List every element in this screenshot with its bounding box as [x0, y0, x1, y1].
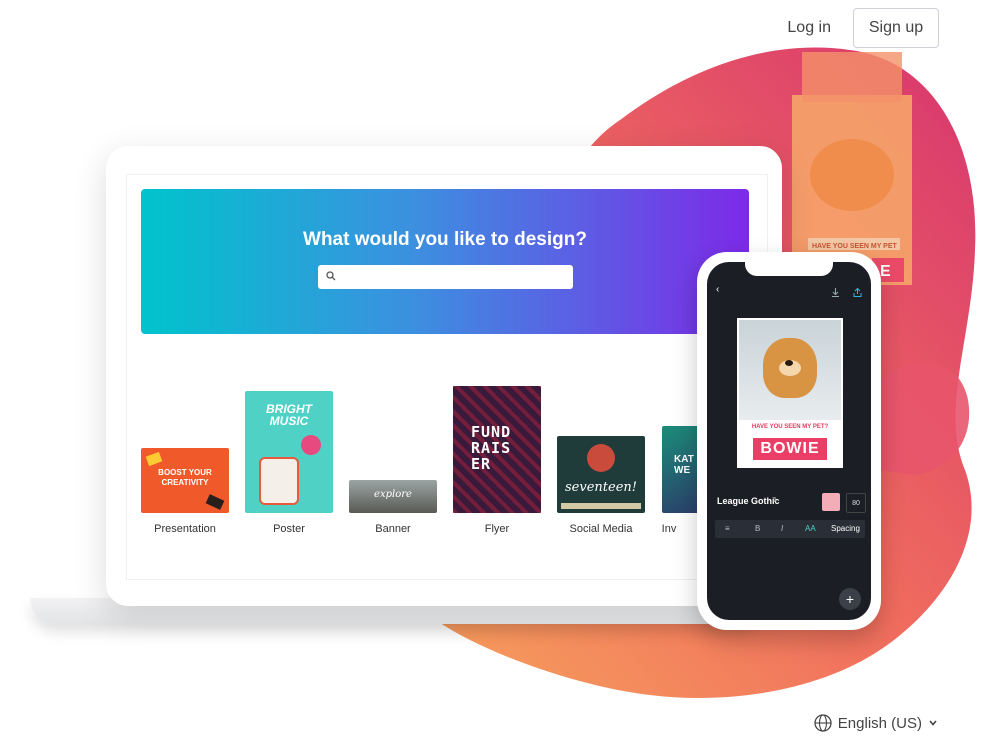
login-link[interactable]: Log in [787, 19, 831, 37]
pet-caption: HAVE YOU SEEN MY PET? [751, 424, 829, 430]
bold-button[interactable]: B [755, 524, 760, 533]
share-icon[interactable] [853, 288, 862, 297]
back-chevron-icon[interactable]: ‹ [716, 284, 719, 295]
design-search-input[interactable] [318, 265, 573, 289]
signup-button[interactable]: Sign up [853, 8, 939, 48]
font-size-field[interactable]: 80 [846, 493, 866, 513]
template-label-invitation: Inv [661, 523, 677, 535]
template-banner-text: explore [374, 489, 412, 500]
text-color-swatch[interactable] [822, 493, 840, 511]
letter-case-button[interactable]: AA [805, 524, 816, 533]
italic-button[interactable]: I [781, 524, 783, 533]
phone-mockup: ‹ HAVE YOU SEEN MY PET? BOWIE League Got… [697, 252, 881, 630]
template-poster-text: BRIGHT MUSIC [266, 402, 312, 428]
template-flyer[interactable]: FUND RAIS ER [453, 386, 541, 513]
template-social-media-text: seventeen! [565, 480, 637, 495]
phone-notch [745, 262, 833, 276]
template-invitation[interactable]: KAT WE [662, 426, 702, 513]
template-label-social-media: Social Media [569, 523, 633, 535]
dog-photo [739, 320, 841, 420]
hero-title: What would you like to design? [303, 229, 587, 250]
template-flyer-text: FUND RAIS ER [471, 423, 512, 473]
template-social-media[interactable]: seventeen! [557, 436, 645, 513]
template-presentation-text: BOOST YOUR CREATIVITY [158, 468, 212, 487]
template-banner[interactable]: explore [349, 480, 437, 513]
spacing-button[interactable]: Spacing [831, 524, 860, 533]
template-label-presentation: Presentation [154, 523, 216, 535]
template-presentation[interactable]: BOOST YOUR CREATIVITY [141, 448, 229, 513]
font-family-selector[interactable]: League Gothic [717, 496, 780, 506]
template-label-flyer: Flyer [484, 523, 510, 535]
download-icon[interactable] [831, 288, 840, 297]
bg-poster-letter: E [880, 263, 891, 280]
globe-icon [814, 714, 832, 732]
font-dropdown-icon[interactable]: ⇕ [772, 496, 778, 504]
chevron-down-icon [929, 720, 937, 726]
phone-screen: ‹ HAVE YOU SEEN MY PET? BOWIE League Got… [707, 262, 871, 620]
template-label-banner: Banner [375, 523, 411, 535]
pet-poster[interactable]: HAVE YOU SEEN MY PET? BOWIE [737, 318, 843, 468]
language-label: English (US) [837, 714, 922, 732]
design-hero-banner: What would you like to design? [141, 189, 749, 334]
top-navigation: Log in Sign up [787, 8, 939, 48]
align-icon[interactable]: ≡ [725, 524, 730, 533]
bg-poster-caption: HAVE YOU SEEN MY PET [812, 243, 898, 250]
search-icon [326, 271, 336, 281]
template-poster[interactable]: BRIGHT MUSIC [245, 391, 333, 513]
pet-name: BOWIE [753, 438, 827, 460]
add-element-button[interactable]: + [839, 588, 861, 610]
laptop-mockup: What would you like to design? BOOST YOU… [106, 146, 782, 606]
template-label-poster: Poster [273, 523, 305, 535]
text-format-toolbar: ≡ B I AA Spacing [715, 520, 865, 538]
language-selector[interactable]: English (US) [814, 714, 938, 732]
laptop-screen: What would you like to design? BOOST YOU… [126, 174, 768, 580]
